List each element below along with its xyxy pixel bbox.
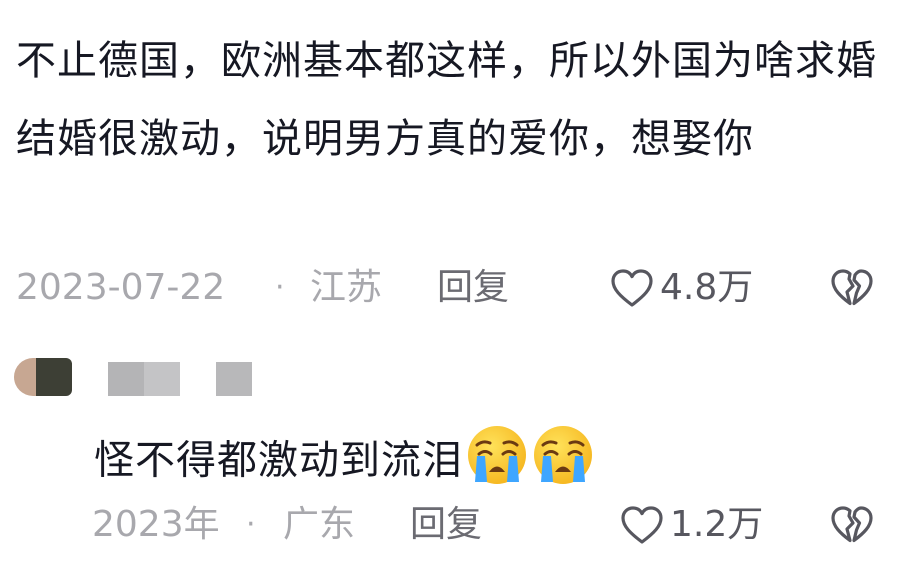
- blur-block: [216, 362, 252, 396]
- blur-block: [144, 362, 180, 396]
- meta-separator: ·: [246, 507, 256, 542]
- reply-location: 广东: [283, 504, 356, 545]
- blurred-username[interactable]: [108, 362, 180, 396]
- reply-meta-row: 2023年 · 广东 回复 1.2万: [0, 500, 923, 550]
- avatar-image-left: [14, 358, 36, 396]
- avatar-image-right: [36, 358, 72, 396]
- reply-text-line: 怪不得都激动到流泪: [94, 424, 595, 501]
- broken-heart-icon[interactable]: [830, 263, 874, 313]
- like-count: 1.2万: [670, 504, 764, 545]
- like-count: 4.8万: [660, 267, 754, 308]
- comment-date: 2023-07-22: [16, 267, 226, 308]
- broken-heart-icon[interactable]: [830, 500, 874, 550]
- blurred-badge: [216, 362, 252, 396]
- crying-face-emoji: [531, 424, 595, 501]
- heart-outline-icon: [620, 505, 664, 545]
- reply-button[interactable]: 回复: [437, 263, 509, 313]
- comment-meta-row: 2023-07-22 · 江苏 回复 4.8万: [0, 263, 923, 313]
- crying-face-emoji: [465, 424, 529, 501]
- blur-block: [108, 362, 144, 396]
- like-button[interactable]: 4.8万: [610, 263, 753, 313]
- reply-date: 2023年: [92, 504, 220, 545]
- reply-text: 怪不得都激动到流泪: [94, 437, 463, 484]
- like-button[interactable]: 1.2万: [620, 500, 763, 550]
- meta-separator: ·: [275, 270, 285, 305]
- comment-location: 江苏: [310, 267, 383, 308]
- comment-text: 不止德国，欧洲基本都这样，所以外国为啥求婚结婚很激动，说明男方真的爱你，想娶你: [16, 38, 877, 162]
- avatar[interactable]: [14, 358, 72, 396]
- reply-button[interactable]: 回复: [410, 500, 482, 550]
- heart-outline-icon: [610, 268, 654, 308]
